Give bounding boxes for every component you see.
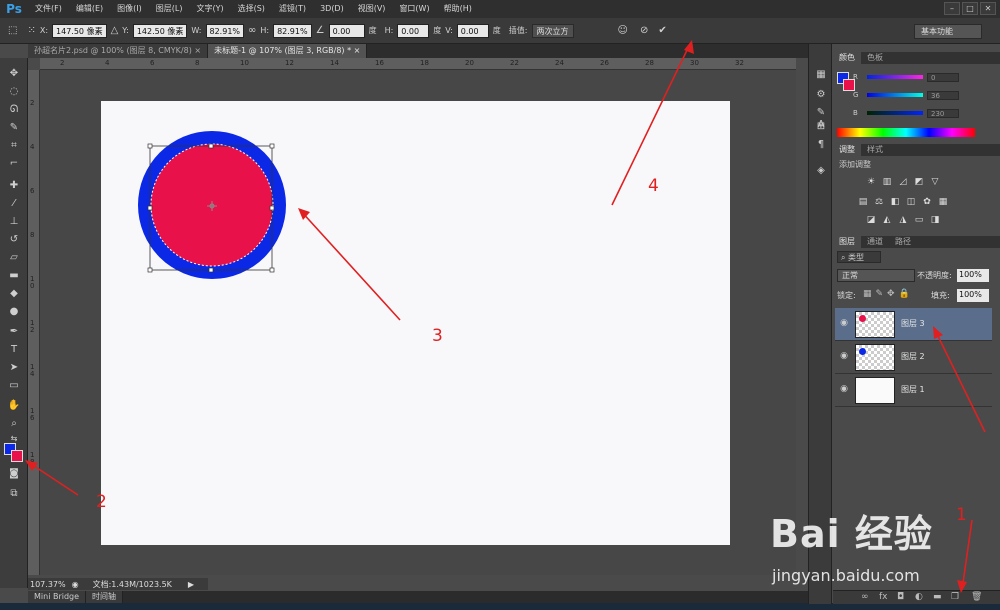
annotation-2: 2 bbox=[96, 492, 107, 512]
arrow-1-head bbox=[957, 580, 967, 593]
arrow-3 bbox=[299, 209, 401, 321]
arrow-1 bbox=[961, 519, 973, 591]
arrow-layer bbox=[934, 329, 986, 433]
baidu-watermark-url: jingyan.baidu.com bbox=[772, 566, 920, 585]
annotation-1: 1 bbox=[956, 505, 967, 525]
arrow-layer-head bbox=[933, 326, 943, 339]
annotation-3: 3 bbox=[432, 326, 443, 346]
arrow-2 bbox=[27, 461, 79, 496]
arrow-2-head bbox=[25, 460, 38, 471]
photoshop-window: Ps 文件(F) 编辑(E) 图像(I) 图层(L) 文字(Y) 选择(S) 滤… bbox=[0, 0, 1000, 610]
baidu-watermark: Bai 经验 bbox=[770, 512, 933, 556]
annotation-4: 4 bbox=[648, 176, 659, 196]
